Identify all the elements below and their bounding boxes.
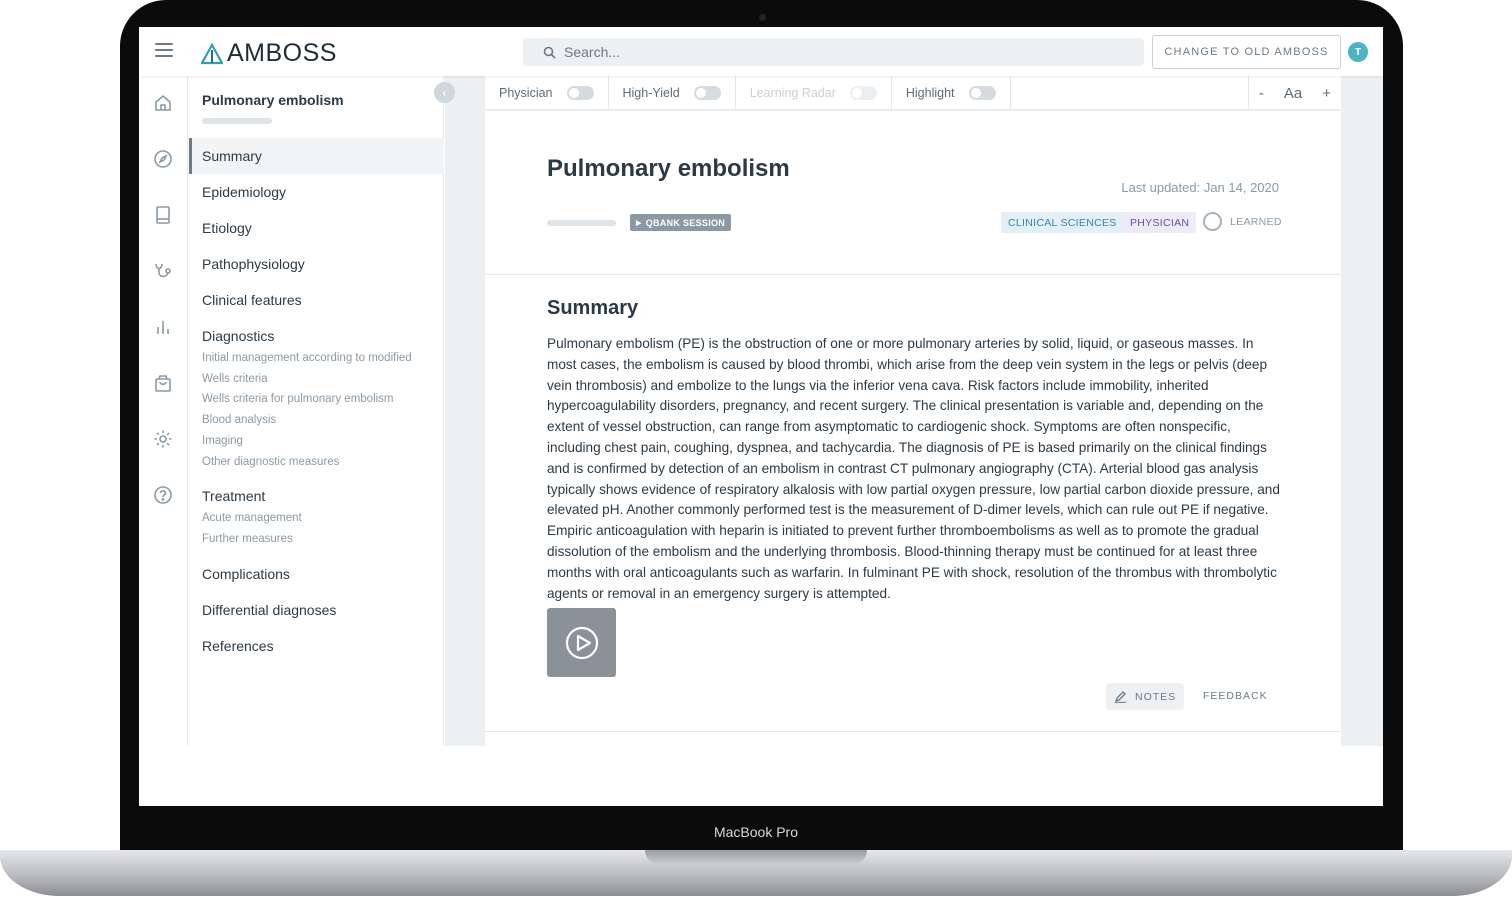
high-yield-toggle-label: High-Yield — [622, 85, 680, 100]
help-icon[interactable] — [153, 485, 173, 505]
article-title: Pulmonary embolism — [547, 155, 790, 182]
tag-physician[interactable]: PHYSICIAN — [1123, 212, 1197, 233]
summary-heading: Summary — [547, 297, 639, 319]
video-thumbnail[interactable] — [547, 608, 616, 677]
toc-list: Summary Epidemiology Etiology Pathophysi… — [189, 138, 444, 664]
compass-icon[interactable] — [153, 149, 173, 169]
chart-icon[interactable] — [153, 317, 173, 337]
reading-progress-bar — [547, 220, 616, 226]
toc-item-pathophysiology[interactable]: Pathophysiology — [189, 246, 444, 282]
play-circle-icon — [565, 626, 598, 659]
toc-item-diagnostics[interactable]: Diagnostics — [202, 324, 431, 348]
book-icon[interactable] — [153, 205, 173, 225]
article-card: Pulmonary embolism Last updated: Jan 14,… — [485, 111, 1341, 751]
notes-button[interactable]: NOTES — [1106, 683, 1185, 710]
toc-title: Pulmonary embolism — [202, 92, 344, 108]
table-of-contents: Pulmonary embolism ‹ Summary Epidemiolog… — [189, 76, 455, 746]
learning-radar-toggle[interactable]: Learning Radar — [736, 75, 892, 110]
toc-subitem[interactable]: Blood analysis — [202, 410, 431, 431]
toc-subitem[interactable]: Wells criteria for pulmonary embolism — [202, 389, 431, 410]
article-toolbar: Physician High-Yield Learning Radar High… — [485, 75, 1341, 110]
article-header: Pulmonary embolism Last updated: Jan 14,… — [485, 111, 1341, 275]
learned-label: LEARNED — [1230, 215, 1282, 228]
toggle-switch[interactable] — [849, 85, 877, 100]
icon-rail — [139, 76, 188, 746]
toggle-switch[interactable] — [566, 85, 594, 100]
toc-subitem[interactable]: Acute management — [202, 508, 431, 529]
pencil-icon — [1114, 691, 1126, 703]
app-header: AMBOSS CHANGE TO OLD AMBOSS T — [139, 27, 1383, 76]
toc-item-differential-diagnoses[interactable]: Differential diagnoses — [189, 592, 444, 628]
bag-icon[interactable] — [153, 373, 173, 393]
change-to-old-amboss-button[interactable]: CHANGE TO OLD AMBOSS — [1152, 35, 1341, 69]
physician-toggle-label: Physician — [499, 85, 553, 100]
toc-item-treatment[interactable]: Treatment — [202, 484, 431, 508]
logo-text: AMBOSS — [227, 39, 337, 67]
search-input[interactable] — [562, 43, 1102, 61]
qbank-session-button[interactable]: ▶ QBANK SESSION — [630, 214, 732, 231]
circle-checkbox-icon[interactable] — [1203, 212, 1222, 231]
toc-item-summary[interactable]: Summary — [189, 138, 444, 174]
collapse-toc-button[interactable]: ‹ — [434, 82, 455, 103]
notes-label: NOTES — [1135, 690, 1177, 703]
tag-clinical-sciences[interactable]: CLINICAL SCIENCES — [1001, 212, 1124, 233]
last-updated: Last updated: Jan 14, 2020 — [1121, 180, 1279, 195]
summary-section: Summary Pulmonary embolism (PE) is the o… — [547, 297, 1282, 604]
toc-subitem[interactable]: Wells criteria — [202, 369, 431, 390]
high-yield-toggle[interactable]: High-Yield — [609, 75, 736, 110]
camera-dot — [759, 14, 766, 21]
settings-icon[interactable] — [153, 429, 173, 449]
toc-subitem[interactable]: Initial management according to modified — [202, 348, 431, 369]
toc-subitem[interactable]: Imaging — [202, 431, 431, 452]
home-icon[interactable] — [153, 93, 173, 113]
stethoscope-icon[interactable] — [153, 261, 173, 281]
toc-group-diagnostics: Diagnostics Initial management according… — [189, 318, 444, 478]
toc-item-etiology[interactable]: Etiology — [189, 210, 444, 246]
font-decrease-button[interactable]: - — [1249, 85, 1274, 102]
toggle-switch[interactable] — [968, 85, 996, 100]
play-icon: ▶ — [636, 219, 642, 227]
qbank-label: QBANK SESSION — [645, 217, 726, 228]
toc-item-complications[interactable]: Complications — [189, 556, 444, 592]
highlight-toggle-label: Highlight — [905, 85, 955, 100]
search-bar[interactable] — [523, 38, 1144, 66]
toc-item-references[interactable]: References — [189, 628, 444, 664]
divider — [485, 731, 1341, 732]
menu-icon[interactable] — [155, 43, 173, 59]
learning-radar-toggle-label: Learning Radar — [749, 85, 836, 100]
font-size-controls: - Aa + — [1247, 76, 1341, 110]
laptop-notch — [645, 850, 867, 864]
highlight-toggle[interactable]: Highlight — [892, 75, 1011, 110]
search-icon — [543, 46, 556, 59]
screen-bottom — [139, 746, 1383, 806]
toc-subitem[interactable]: Further measures — [202, 529, 431, 550]
toc-subitem[interactable]: Other diagnostic measures — [202, 452, 431, 473]
toc-item-clinical-features[interactable]: Clinical features — [189, 282, 444, 318]
font-size-label[interactable]: Aa — [1274, 85, 1312, 102]
learned-toggle[interactable]: LEARNED — [1203, 212, 1282, 231]
toc-progress-bar — [202, 118, 272, 124]
device-label: MacBook Pro — [713, 824, 799, 840]
feedback-button[interactable]: FEEDBACK — [1203, 690, 1268, 702]
toc-group-treatment: Treatment Acute management Further measu… — [189, 478, 444, 555]
logo-triangle-icon — [201, 42, 223, 64]
toc-item-epidemiology[interactable]: Epidemiology — [189, 174, 444, 210]
amboss-logo[interactable]: AMBOSS — [201, 39, 337, 68]
laptop-screen: AMBOSS CHANGE TO OLD AMBOSS T Pulmonary … — [139, 27, 1383, 806]
summary-text: Pulmonary embolism (PE) is the obstructi… — [547, 336, 1280, 601]
font-increase-button[interactable]: + — [1312, 85, 1341, 102]
toggle-switch[interactable] — [693, 85, 721, 100]
physician-toggle[interactable]: Physician — [485, 75, 609, 110]
avatar[interactable]: T — [1348, 42, 1368, 62]
